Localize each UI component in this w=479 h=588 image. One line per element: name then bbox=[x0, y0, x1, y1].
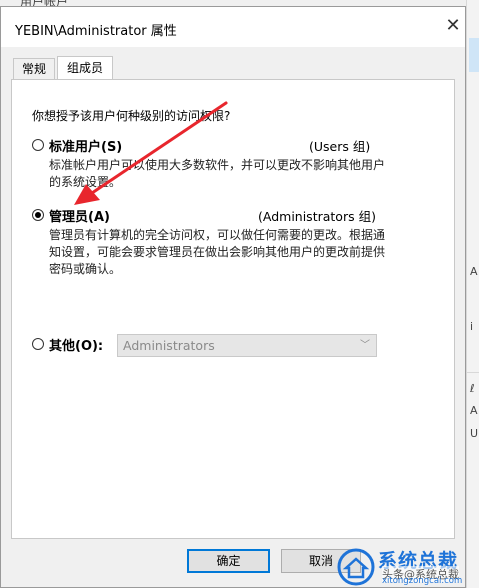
administrator-label[interactable]: 管理员(A) bbox=[49, 206, 110, 225]
watermark-logo-icon bbox=[337, 548, 375, 586]
standard-user-description: 标准帐户用户可以使用大多数软件，并可以更改不影响其他用户的系统设置。 bbox=[49, 158, 386, 189]
access-question: 你想授予该用户何种级别的访问权限? bbox=[32, 109, 231, 123]
tab-general[interactable]: 常规 bbox=[13, 58, 55, 80]
ok-button[interactable]: 确定 bbox=[187, 549, 270, 573]
background-divider bbox=[467, 372, 479, 373]
close-icon: ✕ bbox=[445, 15, 461, 36]
background-selection bbox=[469, 38, 479, 72]
dialog-titlebar: YEBIN\Administrator 属性 ✕ bbox=[1, 7, 465, 47]
dialog-title: YEBIN\Administrator 属性 bbox=[15, 24, 177, 39]
administrator-description: 管理员有计算机的完全访问权，可以做任何需要的更改。根据通知设置，可能会要求管理员… bbox=[49, 228, 386, 276]
close-button[interactable]: ✕ bbox=[443, 16, 463, 36]
standard-user-radio[interactable] bbox=[32, 139, 44, 151]
other-radio[interactable] bbox=[32, 338, 44, 350]
chevron-down-icon: ﹀ bbox=[360, 340, 370, 351]
background-letter: A bbox=[470, 404, 478, 417]
background-letter: U bbox=[470, 427, 479, 440]
standard-user-label[interactable]: 标准用户(S) bbox=[49, 136, 122, 155]
background-letter: A bbox=[470, 265, 478, 278]
other-group-select-value: Administrators bbox=[123, 338, 215, 353]
administrator-radio[interactable] bbox=[32, 209, 44, 221]
other-label[interactable]: 其他(O): bbox=[49, 335, 103, 354]
background-letter: ℓ bbox=[470, 382, 475, 395]
properties-dialog: YEBIN\Administrator 属性 ✕ 常规 组成员 你想授予该用户何… bbox=[0, 6, 466, 588]
other-group-select[interactable]: Administrators ﹀ bbox=[117, 334, 377, 357]
tab-panel: 你想授予该用户何种级别的访问权限? 标准用户(S) (Users 组) 标准帐户… bbox=[11, 79, 455, 539]
tab-group-membership[interactable]: 组成员 bbox=[57, 56, 113, 81]
background-window-edge: A i ℓ A U bbox=[466, 0, 479, 588]
standard-user-group: (Users 组) bbox=[309, 139, 371, 154]
watermark-url: xitongzongcai.com bbox=[382, 576, 463, 586]
administrator-group: (Administrators 组) bbox=[258, 209, 376, 224]
background-letter: i bbox=[470, 320, 474, 333]
